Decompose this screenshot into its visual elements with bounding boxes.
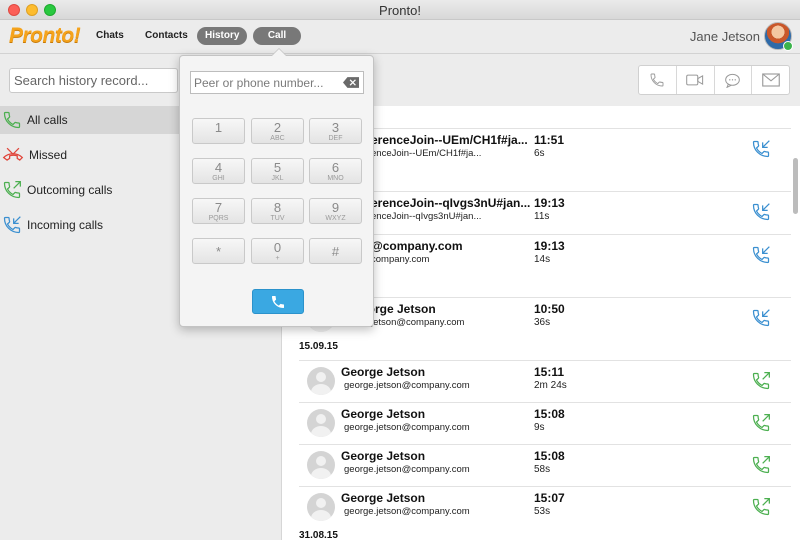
missed-call-icon <box>2 147 24 161</box>
call-duration: 36s <box>534 317 551 328</box>
chat-icon <box>725 73 741 88</box>
phone-icon <box>272 295 284 308</box>
phone-call-button[interactable] <box>639 66 677 94</box>
outgoing-call-icon <box>3 181 21 199</box>
incoming-call-icon <box>3 216 21 234</box>
email-button[interactable] <box>752 66 789 94</box>
phone-number-input[interactable] <box>190 71 364 94</box>
search-history-input[interactable] <box>9 68 178 93</box>
window-title: Pronto! <box>379 3 421 18</box>
call-duration: 58s <box>534 464 551 475</box>
dial-key-9[interactable]: 9 WXYZ <box>309 198 362 224</box>
call-duration: 11s <box>534 211 550 222</box>
caller-address: enceJoin--qIvgs3nU#jan... <box>371 211 482 222</box>
call-time: 10:50 <box>534 302 565 316</box>
dial-key-2[interactable]: 2 ABC <box>251 118 304 144</box>
online-status-icon <box>783 41 793 51</box>
incoming-call-icon[interactable] <box>751 245 771 265</box>
call-time: 15:07 <box>534 491 565 505</box>
sidebar-item-label: Missed <box>29 148 68 162</box>
contact-actions <box>638 65 790 95</box>
outgoing-call-icon[interactable] <box>751 455 771 475</box>
caller-avatar <box>307 493 335 521</box>
caller-avatar <box>307 451 335 479</box>
call-duration: 6s <box>534 148 545 159</box>
call-time: 15:08 <box>534 449 565 463</box>
call-row[interactable]: George Jetson george.jetson@company.com … <box>299 360 791 402</box>
dial-key-6[interactable]: 6 MNO <box>309 158 362 184</box>
caller-address: jetson@company.com <box>371 317 465 328</box>
caller-address: george.jetson@company.com <box>344 464 470 475</box>
phone-icon <box>650 73 664 87</box>
caller-avatar <box>307 367 335 395</box>
title-bar: Pronto! <box>0 0 800 20</box>
dial-key-3[interactable]: 3 DEF <box>309 118 362 144</box>
call-time: 19:13 <box>534 239 565 253</box>
call-row[interactable]: George Jetson george.jetson@company.com … <box>299 444 791 486</box>
outgoing-call-icon[interactable] <box>751 497 771 517</box>
sidebar-item-label: Incoming calls <box>27 218 104 232</box>
sidebar-item-label: All calls <box>27 113 68 127</box>
dial-key-hash[interactable]: # <box>309 238 362 264</box>
dial-key-0[interactable]: 0 + <box>251 238 304 264</box>
dialpad-popover: 1 2ABC 3DEF 4GHI 5JKL 6MNO 7PQRS 8TUV 9W… <box>179 48 374 327</box>
video-icon <box>686 74 704 86</box>
incoming-call-icon[interactable] <box>751 202 771 222</box>
call-duration: 53s <box>534 506 551 517</box>
call-time: 19:13 <box>534 196 565 210</box>
backspace-icon[interactable] <box>343 77 359 88</box>
dial-key-5[interactable]: 5 JKL <box>251 158 304 184</box>
caller-avatar <box>307 409 335 437</box>
video-call-button[interactable] <box>677 66 715 94</box>
call-duration: 9s <box>534 422 545 433</box>
caller-name: George Jetson <box>341 449 426 463</box>
call-duration: 2m 24s <box>534 380 567 391</box>
caller-name: @company.com <box>371 239 463 253</box>
popover-arrow <box>271 48 287 56</box>
nav-history[interactable]: History <box>197 27 248 45</box>
outgoing-call-icon[interactable] <box>751 371 771 391</box>
chat-button[interactable] <box>715 66 753 94</box>
caller-name: erenceJoin--qIvgs3nU#jan... <box>371 196 531 210</box>
date-header: 15.09.15 <box>299 341 338 352</box>
caller-address: george.jetson@company.com <box>344 506 470 517</box>
date-header: 31.08.15 <box>299 530 338 540</box>
call-row[interactable]: George Jetson george.jetson@company.com … <box>299 402 791 444</box>
dial-key-1[interactable]: 1 <box>192 118 245 144</box>
incoming-call-icon[interactable] <box>751 139 771 159</box>
incoming-call-icon[interactable] <box>751 308 771 328</box>
caller-address: george.jetson@company.com <box>344 380 470 391</box>
dial-key-4[interactable]: 4 GHI <box>192 158 245 184</box>
dial-key-star[interactable]: * <box>192 238 245 264</box>
top-navigation: Pronto! Chats Contacts History Call Jane… <box>0 20 800 54</box>
nav-contacts[interactable]: Contacts <box>137 27 196 45</box>
outgoing-call-icon[interactable] <box>751 413 771 433</box>
caller-address: company.com <box>371 254 430 265</box>
caller-address: george.jetson@company.com <box>344 422 470 433</box>
caller-name: George Jetson <box>341 365 426 379</box>
scrollbar[interactable] <box>793 158 798 214</box>
call-time: 11:51 <box>534 133 565 147</box>
caller-address: enceJoin--UEm/CH1f#ja... <box>371 148 482 159</box>
nav-chats[interactable]: Chats <box>88 27 132 45</box>
caller-name: erenceJoin--UEm/CH1f#ja... <box>371 133 528 147</box>
sidebar-item-label: Outcoming calls <box>27 183 113 197</box>
dial-key-7[interactable]: 7 PQRS <box>192 198 245 224</box>
user-avatar[interactable] <box>764 22 793 51</box>
call-time: 15:08 <box>534 407 565 421</box>
caller-name: George Jetson <box>341 491 426 505</box>
all-calls-icon <box>3 111 21 129</box>
user-name[interactable]: Jane Jetson <box>690 29 760 44</box>
dial-call-button[interactable] <box>252 289 304 314</box>
app-logo: Pronto! <box>9 24 81 47</box>
mail-icon <box>761 73 780 87</box>
caller-name: George Jetson <box>341 407 426 421</box>
call-row[interactable]: George Jetson george.jetson@company.com … <box>299 486 791 528</box>
dial-key-8[interactable]: 8 TUV <box>251 198 304 224</box>
nav-call[interactable]: Call <box>253 27 301 45</box>
call-duration: 14s <box>534 254 551 265</box>
call-time: 15:11 <box>534 365 565 379</box>
